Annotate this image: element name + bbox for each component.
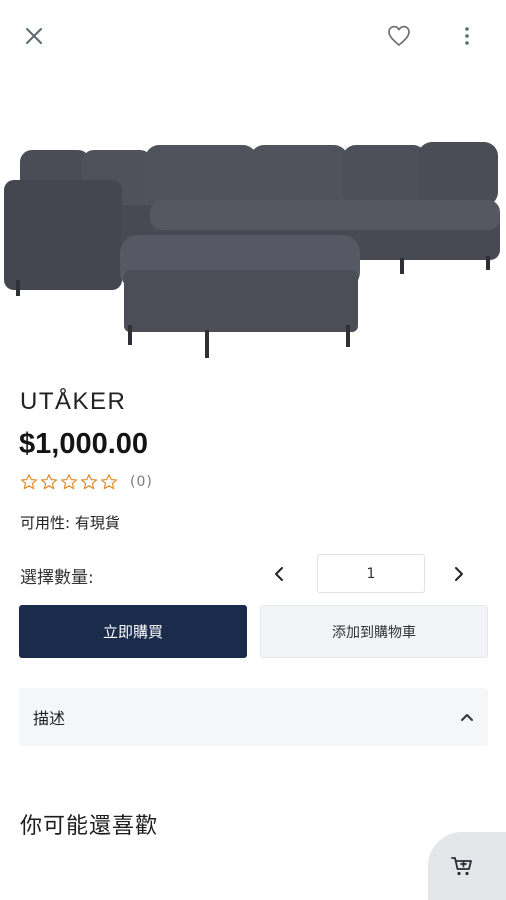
star-icon: [100, 474, 118, 490]
product-title: UTÅKER: [20, 388, 127, 415]
star-icon: [20, 474, 38, 490]
recommendations-title: 你可能還喜歡: [20, 814, 159, 839]
product-price: $1,000.00: [19, 428, 149, 460]
review-count: (0): [130, 474, 153, 490]
quantity-increase-button[interactable]: [444, 560, 474, 588]
star-icon: [60, 474, 78, 490]
product-image: [4, 142, 500, 358]
star-icon: [80, 474, 98, 490]
cart-plus-icon: [451, 857, 472, 876]
more-options-button[interactable]: [454, 20, 480, 52]
description-accordion[interactable]: 描述: [19, 688, 488, 746]
add-to-cart-button[interactable]: 添加到購物車: [260, 605, 488, 658]
availability-text: 可用性: 有現貨: [20, 514, 120, 532]
heart-icon: [388, 25, 410, 46]
close-button[interactable]: [18, 20, 50, 52]
more-vertical-icon: [465, 27, 469, 45]
favorite-button[interactable]: [382, 20, 416, 52]
floating-cart-button[interactable]: [428, 832, 506, 900]
rating-stars: [20, 473, 118, 491]
buy-now-button[interactable]: 立即購買: [19, 605, 247, 658]
quantity-label: 選擇數量:: [20, 568, 94, 588]
description-label: 描述: [33, 709, 66, 728]
star-icon: [40, 474, 58, 490]
rating[interactable]: (0): [20, 472, 153, 492]
chevron-left-icon: [275, 567, 283, 581]
close-icon: [26, 28, 42, 44]
chevron-right-icon: [455, 567, 463, 581]
quantity-input[interactable]: [317, 554, 425, 593]
quantity-decrease-button[interactable]: [264, 560, 294, 588]
chevron-up-icon: [461, 714, 473, 721]
